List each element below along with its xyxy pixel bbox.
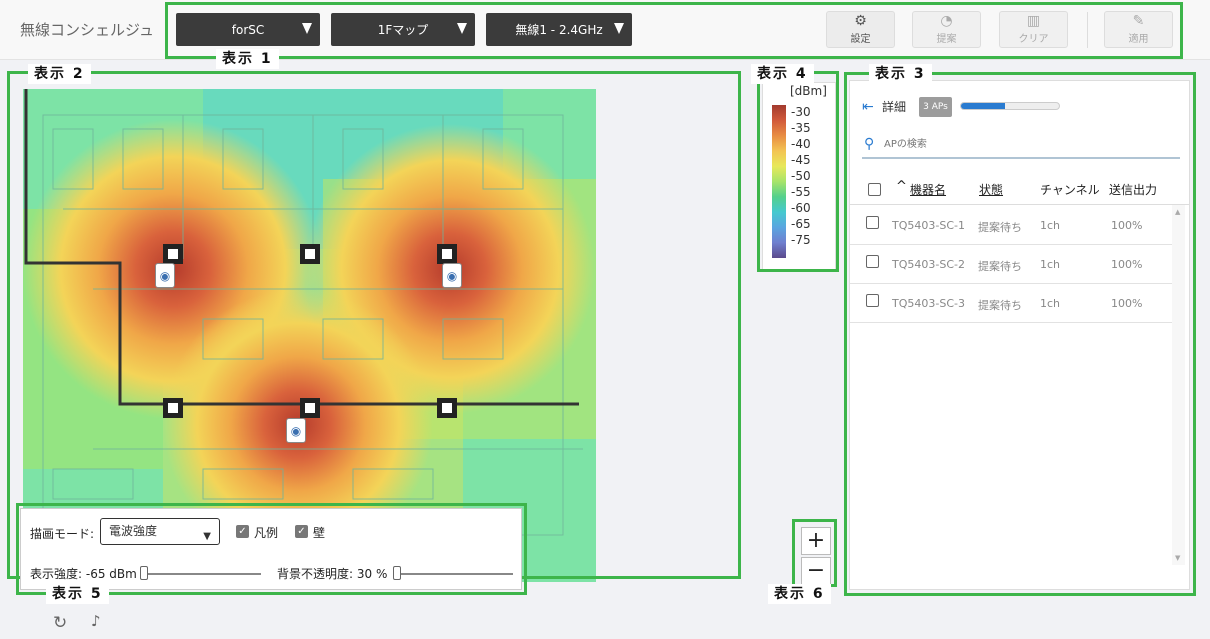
radio-select[interactable]: 無線1 - 2.4GHz xyxy=(486,13,632,46)
settings-label: 設定 xyxy=(850,34,871,45)
label-d6: 表示 6 xyxy=(768,584,831,604)
site-select[interactable]: forSC xyxy=(176,13,320,46)
trash-icon: ▥ xyxy=(1026,13,1041,29)
refresh-icon[interactable]: ↻ xyxy=(53,613,67,633)
toolbar-divider xyxy=(1087,12,1088,48)
settings-button[interactable]: ⚙ 設定 xyxy=(826,11,895,48)
suggest-button[interactable]: ◔ 提案 xyxy=(912,11,981,48)
lightbulb-icon: ◔ xyxy=(940,13,953,29)
map-select-label: 1Fマップ xyxy=(377,23,429,37)
wrench-icon: ✎ xyxy=(1132,13,1145,29)
app-title: 無線コンシェルジュ xyxy=(20,21,154,39)
clear-button[interactable]: ▥ クリア xyxy=(999,11,1068,48)
label-d2: 表示 2 xyxy=(28,64,91,84)
caret-down-icon xyxy=(302,23,312,34)
apply-button[interactable]: ✎ 適用 xyxy=(1104,11,1173,48)
caret-down-icon xyxy=(614,23,624,34)
radio-select-label: 無線1 - 2.4GHz xyxy=(515,23,603,37)
site-select-label: forSC xyxy=(231,22,265,37)
gear-icon: ⚙ xyxy=(854,13,867,29)
bell-icon[interactable]: ♪ xyxy=(91,612,101,630)
clear-label: クリア xyxy=(1018,34,1049,45)
apply-label: 適用 xyxy=(1128,34,1149,45)
highlight-d3 xyxy=(844,72,1196,596)
label-d3: 表示 3 xyxy=(869,64,932,84)
highlight-d4 xyxy=(757,71,839,272)
suggest-label: 提案 xyxy=(936,34,957,45)
caret-down-icon xyxy=(457,23,467,34)
label-d4: 表示 4 xyxy=(751,64,814,84)
label-d1: 表示 1 xyxy=(216,49,279,69)
highlight-d5 xyxy=(16,503,527,595)
label-d5: 表示 5 xyxy=(46,584,109,604)
highlight-d6 xyxy=(792,519,837,587)
map-select[interactable]: 1Fマップ xyxy=(331,13,475,46)
